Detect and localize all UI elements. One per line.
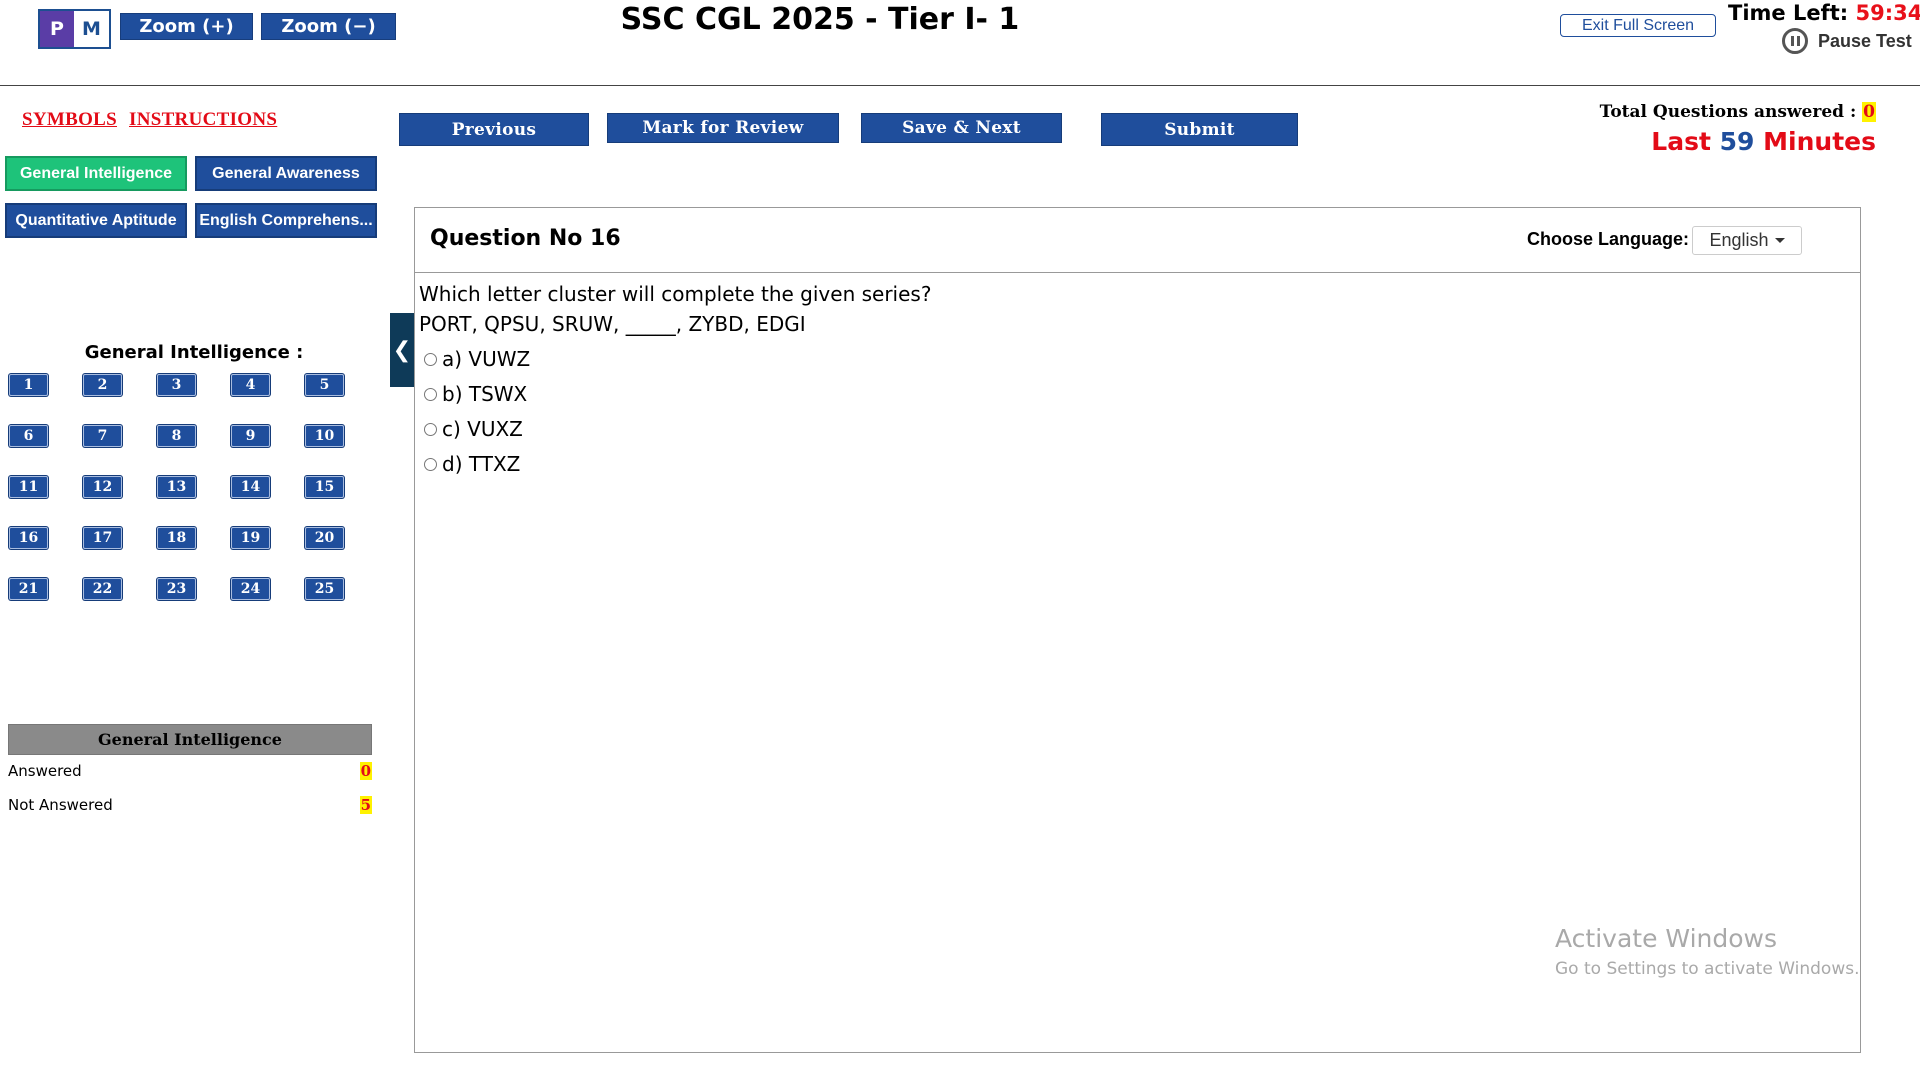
not-answered-count: 5: [359, 796, 372, 814]
option-c-radio[interactable]: [424, 422, 437, 436]
option-a[interactable]: a) VUWZ: [424, 347, 530, 371]
mark-for-review-button[interactable]: Mark for Review: [607, 113, 839, 143]
current-section-label: General Intelligence :: [84, 342, 304, 363]
option-c[interactable]: c) VUXZ: [424, 417, 523, 441]
question-button-23[interactable]: 23: [157, 578, 196, 600]
exit-fullscreen-button[interactable]: Exit Full Screen: [1560, 14, 1716, 37]
timer-value: 59:34: [1855, 1, 1920, 25]
question-button-16[interactable]: 16: [9, 527, 48, 549]
question-button-10[interactable]: 10: [305, 425, 344, 447]
logo-letter-p: P: [40, 11, 74, 47]
question-text: Which letter cluster will complete the g…: [419, 282, 932, 306]
timer-label: Time Left:: [1728, 1, 1849, 25]
question-button-1[interactable]: 1: [9, 374, 48, 396]
language-value: English: [1709, 230, 1769, 250]
option-a-label: a) VUWZ: [442, 347, 531, 371]
option-b[interactable]: b) TSWX: [424, 382, 527, 406]
choose-language-label: Choose Language:: [1527, 229, 1690, 249]
question-series: PORT, QPSU, SRUW, _____, ZYBD, EDGI: [419, 312, 806, 336]
option-b-label: b) TSWX: [442, 382, 528, 406]
question-button-14[interactable]: 14: [231, 476, 270, 498]
question-button-3[interactable]: 3: [157, 374, 196, 396]
last-number: 59: [1719, 127, 1755, 156]
collapse-panel-button[interactable]: ❮: [390, 313, 414, 387]
summary-answered-row: Answered 0: [8, 762, 372, 780]
total-answered: Total Questions answered : 0: [1540, 102, 1876, 122]
pause-icon: [1782, 28, 1808, 54]
pause-test-button[interactable]: Pause Test: [1782, 28, 1912, 54]
question-button-20[interactable]: 20: [305, 527, 344, 549]
submit-button[interactable]: Submit: [1101, 113, 1298, 146]
option-b-radio[interactable]: [424, 387, 437, 401]
total-answered-count: 0: [1862, 102, 1876, 122]
logo-letter-m: M: [74, 11, 109, 47]
section-tab-general-awareness[interactable]: General Awareness: [195, 156, 377, 191]
pause-test-label: Pause Test: [1818, 30, 1912, 51]
question-button-24[interactable]: 24: [231, 578, 270, 600]
question-button-2[interactable]: 2: [83, 374, 122, 396]
section-tab-quantitative-aptitude[interactable]: Quantitative Aptitude: [5, 203, 187, 238]
question-number: Question No 16: [430, 226, 621, 251]
question-button-13[interactable]: 13: [157, 476, 196, 498]
page-title: SSC CGL 2025 - Tier I- 1: [620, 2, 1020, 37]
section-tab-general-intelligence[interactable]: General Intelligence: [5, 156, 187, 191]
caret-down-icon: [1774, 238, 1785, 243]
question-button-19[interactable]: 19: [231, 527, 270, 549]
question-button-4[interactable]: 4: [231, 374, 270, 396]
instructions-link[interactable]: INSTRUCTIONS: [129, 109, 277, 131]
summary-not-answered-row: Not Answered 5: [8, 796, 372, 814]
activate-windows-title: Activate Windows: [1555, 924, 1777, 953]
option-a-radio[interactable]: [424, 352, 437, 366]
option-d-radio[interactable]: [424, 457, 437, 471]
last-minutes-notice: Last 59 Minutes: [1580, 127, 1876, 156]
question-button-7[interactable]: 7: [83, 425, 122, 447]
activate-windows-subtitle: Go to Settings to activate Windows.: [1555, 959, 1860, 979]
question-button-18[interactable]: 18: [157, 527, 196, 549]
question-button-15[interactable]: 15: [305, 476, 344, 498]
app-logo: P M: [38, 9, 111, 49]
question-button-5[interactable]: 5: [305, 374, 344, 396]
total-answered-label: Total Questions answered :: [1599, 102, 1857, 122]
answered-label: Answered: [8, 762, 82, 780]
language-select[interactable]: English: [1692, 226, 1802, 255]
question-button-22[interactable]: 22: [83, 578, 122, 600]
question-button-25[interactable]: 25: [305, 578, 344, 600]
last-suffix: Minutes: [1763, 127, 1876, 156]
zoom-out-button[interactable]: Zoom (−): [261, 13, 396, 40]
symbols-link[interactable]: SYMBOLS: [22, 109, 117, 131]
question-button-9[interactable]: 9: [231, 425, 270, 447]
save-next-button[interactable]: Save & Next: [861, 113, 1062, 143]
question-button-6[interactable]: 6: [9, 425, 48, 447]
section-tab-english-comprehension[interactable]: English Comprehens...: [195, 203, 377, 238]
question-button-12[interactable]: 12: [83, 476, 122, 498]
section-summary-title: General Intelligence: [8, 724, 372, 755]
previous-button[interactable]: Previous: [399, 113, 589, 146]
last-prefix: Last: [1651, 127, 1711, 156]
answered-count: 0: [359, 762, 372, 780]
header-divider: [0, 85, 1920, 86]
zoom-in-button[interactable]: Zoom (+): [120, 13, 253, 40]
question-button-17[interactable]: 17: [83, 527, 122, 549]
not-answered-label: Not Answered: [8, 796, 113, 814]
timer: Time Left: 59:34: [1728, 0, 1920, 26]
question-button-8[interactable]: 8: [157, 425, 196, 447]
option-c-label: c) VUXZ: [442, 417, 523, 441]
chevron-left-icon: ❮: [392, 337, 412, 363]
option-d[interactable]: d) TTXZ: [424, 452, 520, 476]
question-button-21[interactable]: 21: [9, 578, 48, 600]
question-button-11[interactable]: 11: [9, 476, 48, 498]
option-d-label: d) TTXZ: [442, 452, 521, 476]
